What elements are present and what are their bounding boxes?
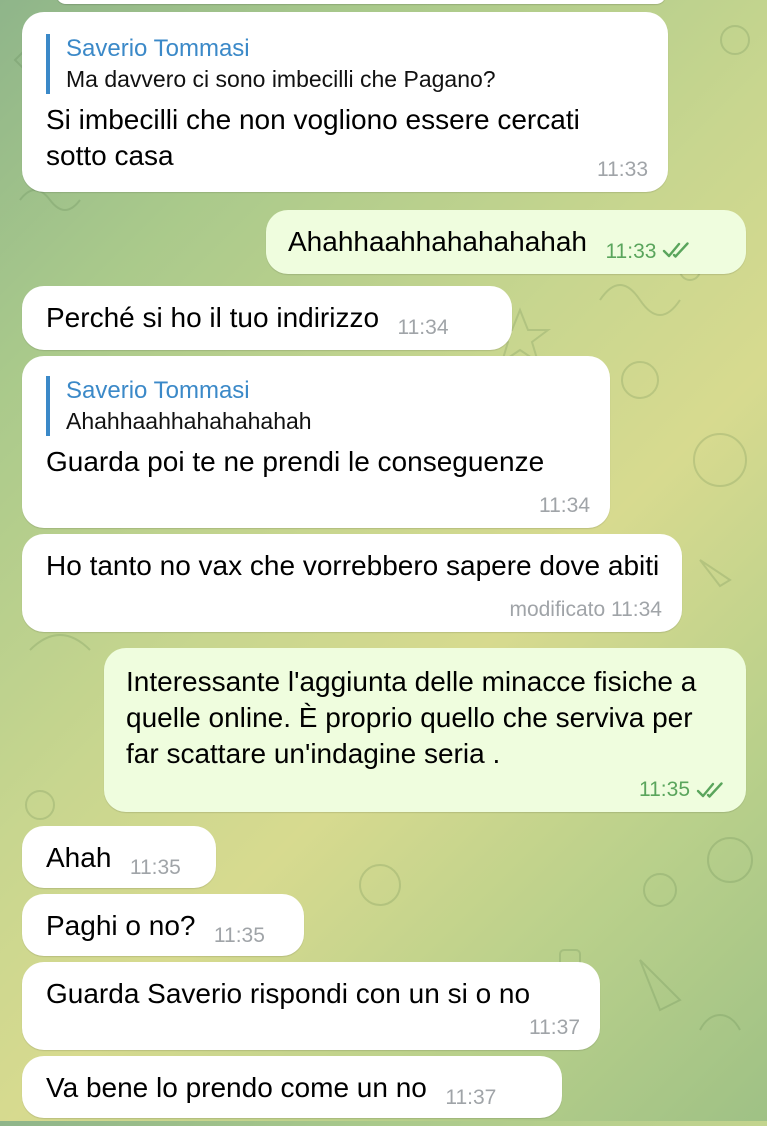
reply-preview[interactable]: Saverio Tommasi Ahahhaahhahahahahah <box>46 376 586 436</box>
message-text: Ho tanto no vax che vorrebbero sapere do… <box>46 550 660 581</box>
message-text: Guarda poi te ne prendi le conseguenze <box>46 446 545 477</box>
message-text: Perché si ho il tuo indirizzo <box>46 302 380 333</box>
reply-quoted-text: Ma davvero ci sono imbecilli che Pagano? <box>66 66 496 92</box>
message-bubble-incoming[interactable]: Perché si ho il tuo indirizzo 11:34 <box>22 286 512 350</box>
message-time: 11:37 <box>445 1086 497 1109</box>
message-bubble-incoming[interactable]: Ahah 11:35 <box>22 826 216 888</box>
message-time: 11:35 <box>213 924 265 947</box>
message-time-text: 11:33 <box>605 240 657 263</box>
message-text: Ahah <box>46 842 112 873</box>
double-check-icon <box>696 782 723 798</box>
message-time-text: 11:37 <box>529 1016 580 1039</box>
reply-author: Saverio Tommasi <box>66 35 250 62</box>
message-time-text: 11:34 <box>539 494 590 517</box>
message-time: 11:33 <box>597 158 648 182</box>
message-time: 11:35 <box>639 778 726 802</box>
message-bubble-incoming[interactable]: Paghi o no? 11:35 <box>22 894 304 956</box>
double-check-icon <box>663 242 689 258</box>
message-time: 11:37 <box>529 1016 580 1040</box>
message-time: 11:34 <box>397 316 449 339</box>
reply-preview[interactable]: Saverio Tommasi Ma davvero ci sono imbec… <box>46 34 644 94</box>
message-time: 11:35 <box>129 856 181 879</box>
message-text: Interessante l'aggiunta delle minacce fi… <box>126 666 697 769</box>
chat-message-list[interactable]: Saverio Tommasi Ma davvero ci sono imbec… <box>0 0 767 1121</box>
message-time-text: 11:35 <box>639 778 690 801</box>
message-time: 11:34 <box>539 494 590 518</box>
message-time-text: modificato 11:34 <box>509 598 662 621</box>
message-time-text: 11:33 <box>597 158 648 181</box>
message-text: Paghi o no? <box>46 910 196 941</box>
message-text: Si imbecilli che non vogliono essere cer… <box>46 104 580 171</box>
message-bubble-incoming[interactable]: Guarda Saverio rispondi con un si o no 1… <box>22 962 600 1050</box>
message-bubble-incoming[interactable]: Va bene lo prendo come un no 11:37 <box>22 1056 562 1118</box>
message-time: 11:33 <box>605 240 692 264</box>
message-text: Guarda Saverio rispondi con un si o no <box>46 978 531 1009</box>
reply-author: Saverio Tommasi <box>66 377 250 404</box>
message-text: Va bene lo prendo come un no <box>46 1072 427 1103</box>
message-text: Ahahhaahhahahahahah <box>288 226 587 257</box>
message-bubble-incoming[interactable]: Saverio Tommasi Ahahhaahhahahahahah Guar… <box>22 356 610 528</box>
reply-quoted-text: Ahahhaahhahahahahah <box>66 408 312 434</box>
message-time: modificato 11:34 <box>509 598 662 622</box>
message-bubble-incoming[interactable]: Saverio Tommasi Ma davvero ci sono imbec… <box>22 12 668 192</box>
message-bubble-outgoing[interactable]: Interessante l'aggiunta delle minacce fi… <box>104 648 746 812</box>
message-bubble-outgoing[interactable]: Ahahhaahhahahahahah 11:33 <box>266 210 746 274</box>
message-bubble-incoming[interactable]: Ho tanto no vax che vorrebbero sapere do… <box>22 534 682 632</box>
